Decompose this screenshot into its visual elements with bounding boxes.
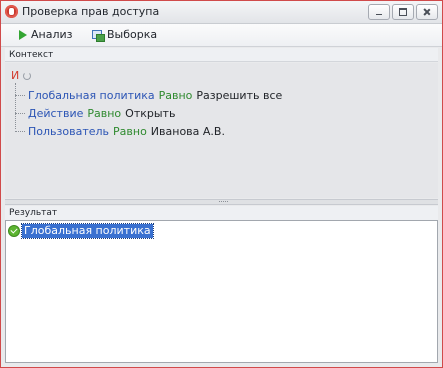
result-item-label[interactable]: Глобальная политика: [21, 223, 154, 239]
tree-branch: [15, 113, 25, 114]
condition-operator[interactable]: Равно: [87, 107, 121, 120]
condition-field[interactable]: Действие: [28, 107, 83, 120]
close-button[interactable]: [416, 4, 438, 20]
tree-root-node[interactable]: И: [11, 69, 32, 82]
splitter-grip[interactable]: [219, 201, 228, 204]
title-bar[interactable]: Проверка прав доступа: [1, 1, 442, 24]
tree-branch: [15, 95, 25, 96]
table-select-icon: [92, 29, 105, 42]
play-icon: [19, 29, 27, 40]
condition-field[interactable]: Пользователь: [28, 125, 109, 138]
analyze-button[interactable]: Анализ: [19, 28, 73, 41]
condition-operator[interactable]: Равно: [113, 125, 147, 138]
result-list[interactable]: Глобальная политика: [5, 220, 438, 363]
app-lock-icon: [5, 5, 18, 18]
window-title: Проверка прав доступа: [22, 5, 160, 18]
condition-operator[interactable]: Равно: [159, 89, 193, 102]
minimize-button[interactable]: [368, 4, 390, 20]
window-controls: [368, 4, 438, 20]
result-header: Результат: [5, 206, 438, 220]
check-icon: [8, 225, 20, 237]
app-window: Проверка прав доступа Анализ Выборка Кон…: [0, 0, 443, 368]
toolbar: Анализ Выборка: [1, 24, 442, 47]
maximize-button[interactable]: [392, 4, 414, 20]
context-tree[interactable]: И Глобальная политика Равно Разрешить вс…: [5, 63, 438, 198]
select-button[interactable]: Выборка: [92, 28, 158, 42]
condition-field[interactable]: Глобальная политика: [28, 89, 155, 102]
tree-branch: [15, 131, 25, 132]
refresh-icon[interactable]: [23, 71, 32, 80]
context-header: Контекст: [5, 48, 438, 62]
condition-value[interactable]: Разрешить все: [196, 89, 282, 102]
condition-value[interactable]: Открыть: [125, 107, 175, 120]
result-item[interactable]: Глобальная политика: [8, 223, 154, 239]
condition-row[interactable]: Глобальная политика Равно Разрешить все: [15, 89, 282, 102]
analyze-label: Анализ: [31, 28, 73, 41]
condition-row[interactable]: Пользователь Равно Иванова А.В.: [15, 125, 225, 138]
condition-value[interactable]: Иванова А.В.: [151, 125, 225, 138]
panel-splitter[interactable]: [5, 199, 438, 205]
select-label: Выборка: [107, 28, 158, 41]
condition-row[interactable]: Действие Равно Открыть: [15, 107, 175, 120]
and-operator[interactable]: И: [11, 69, 19, 82]
